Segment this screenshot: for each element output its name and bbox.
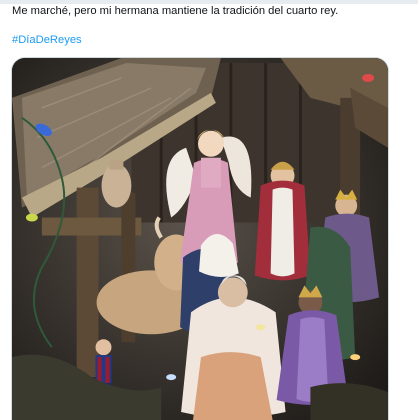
hashtag-link[interactable]: #DíaDeReyes [12, 33, 82, 47]
nativity-scene-image [12, 58, 388, 420]
tweet-media-photo[interactable] [11, 57, 389, 420]
tweet-text: Me marché, pero mi hermana mantiene la t… [12, 5, 339, 17]
